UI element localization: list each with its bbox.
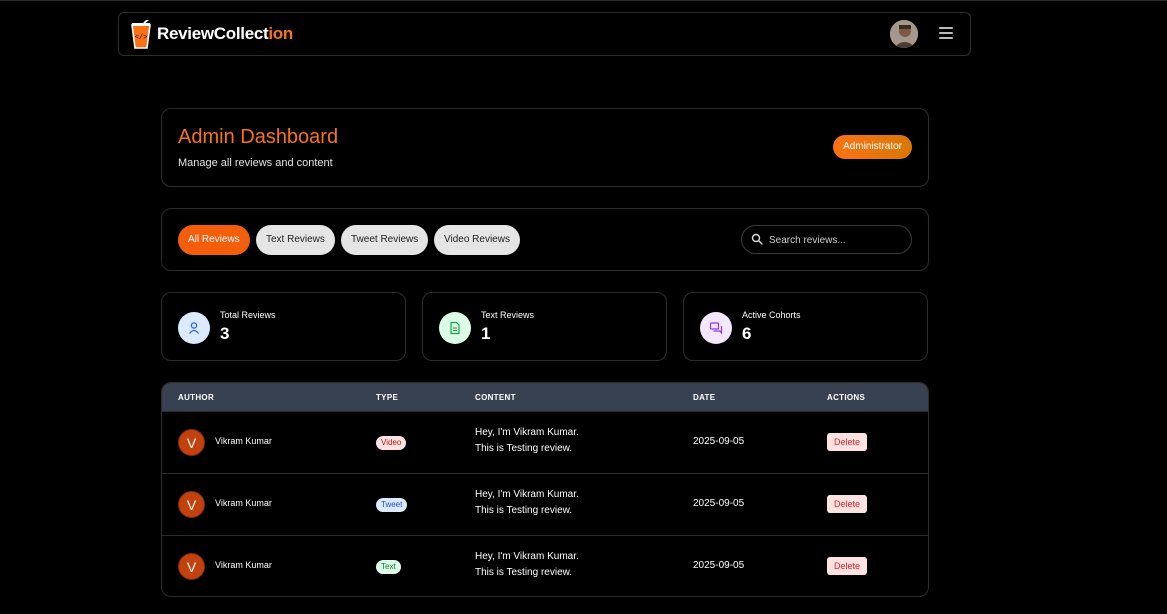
search-box[interactable]: [741, 225, 912, 254]
content-line: This is Testing review.: [475, 567, 573, 578]
content-line: This is Testing review.: [475, 443, 573, 454]
author-name: Vikram Kumar: [215, 498, 272, 508]
user-avatar[interactable]: [890, 20, 918, 48]
stat-value: 3: [220, 324, 230, 343]
review-date: 2025-09-05: [693, 498, 745, 509]
column-date: DATE: [693, 393, 716, 402]
stat-label: Text Reviews: [481, 310, 535, 320]
avatar-photo-icon: [890, 20, 918, 48]
brand-accent: ion: [268, 24, 293, 43]
type-badge: Video: [376, 436, 407, 450]
author-avatar: V: [178, 553, 205, 580]
type-badge: Tweet: [376, 498, 408, 512]
reviews-table: AUTHOR TYPE CONTENT DATE ACTIONS V Vikra…: [161, 382, 929, 597]
column-content: CONTENT: [475, 393, 516, 402]
dashboard-header-card: Admin Dashboard Manage all reviews and c…: [161, 108, 929, 187]
review-content: Hey, I'm Vikram Kumar. This is Testing r…: [475, 487, 579, 519]
user-icon: [178, 312, 210, 344]
stat-value: 1: [481, 324, 491, 343]
stat-card-active-cohorts: Active Cohorts 6: [683, 292, 928, 361]
stat-card-text-reviews: Text Reviews 1: [422, 292, 667, 361]
page-subtitle: Manage all reviews and content: [178, 157, 333, 169]
chat-icon: [700, 312, 732, 344]
table-row: V Vikram Kumar Tweet Hey, I'm Vikram Kum…: [162, 473, 928, 535]
page-title: Admin Dashboard: [178, 126, 339, 148]
stat-label: Active Cohorts: [742, 310, 801, 320]
brand-main: ReviewCollect: [157, 24, 269, 43]
search-input[interactable]: [769, 230, 907, 250]
column-actions: ACTIONS: [827, 393, 866, 402]
logo-cup-icon[interactable]: </>: [129, 20, 155, 50]
table-row: V Vikram Kumar Video Hey, I'm Vikram Kum…: [162, 411, 928, 473]
content-line: Hey, I'm Vikram Kumar.: [475, 489, 579, 500]
column-type: TYPE: [376, 393, 399, 402]
stat-card-total-reviews: Total Reviews 3: [161, 292, 406, 361]
review-content: Hey, I'm Vikram Kumar. This is Testing r…: [475, 549, 579, 581]
content-line: Hey, I'm Vikram Kumar.: [475, 551, 579, 562]
column-author: AUTHOR: [178, 393, 215, 402]
svg-text:</>: </>: [135, 34, 148, 42]
tab-tweet-reviews[interactable]: Tweet Reviews: [341, 225, 429, 255]
tab-all-reviews[interactable]: All Reviews: [178, 225, 250, 255]
brand-name[interactable]: ReviewCollection: [157, 24, 293, 44]
review-date: 2025-09-05: [693, 560, 745, 571]
author-avatar: V: [178, 491, 205, 518]
table-row: V Vikram Kumar Text Hey, I'm Vikram Kuma…: [162, 535, 928, 596]
delete-button[interactable]: Delete: [827, 433, 868, 451]
delete-button[interactable]: Delete: [827, 557, 868, 575]
review-date: 2025-09-05: [693, 436, 745, 447]
filter-bar: All Reviews Text Reviews Tweet Reviews V…: [161, 208, 929, 271]
review-content: Hey, I'm Vikram Kumar. This is Testing r…: [475, 425, 579, 457]
document-icon: [439, 312, 471, 344]
administrator-badge: Administrator: [833, 135, 912, 159]
content-line: This is Testing review.: [475, 505, 573, 516]
table-header: AUTHOR TYPE CONTENT DATE ACTIONS: [162, 383, 928, 411]
author-name: Vikram Kumar: [215, 436, 272, 446]
author-name: Vikram Kumar: [215, 560, 272, 570]
stat-label: Total Reviews: [220, 310, 276, 320]
tab-video-reviews[interactable]: Video Reviews: [434, 225, 520, 255]
delete-button[interactable]: Delete: [827, 495, 868, 513]
stat-value: 6: [742, 324, 752, 343]
tab-text-reviews[interactable]: Text Reviews: [256, 225, 335, 255]
author-avatar: V: [178, 429, 205, 456]
search-icon: [751, 233, 763, 245]
top-border: [0, 0, 1167, 1]
content-line: Hey, I'm Vikram Kumar.: [475, 427, 579, 438]
type-badge: Text: [376, 560, 401, 574]
menu-icon[interactable]: [939, 27, 953, 41]
navbar: </> ReviewCollection: [118, 12, 971, 56]
